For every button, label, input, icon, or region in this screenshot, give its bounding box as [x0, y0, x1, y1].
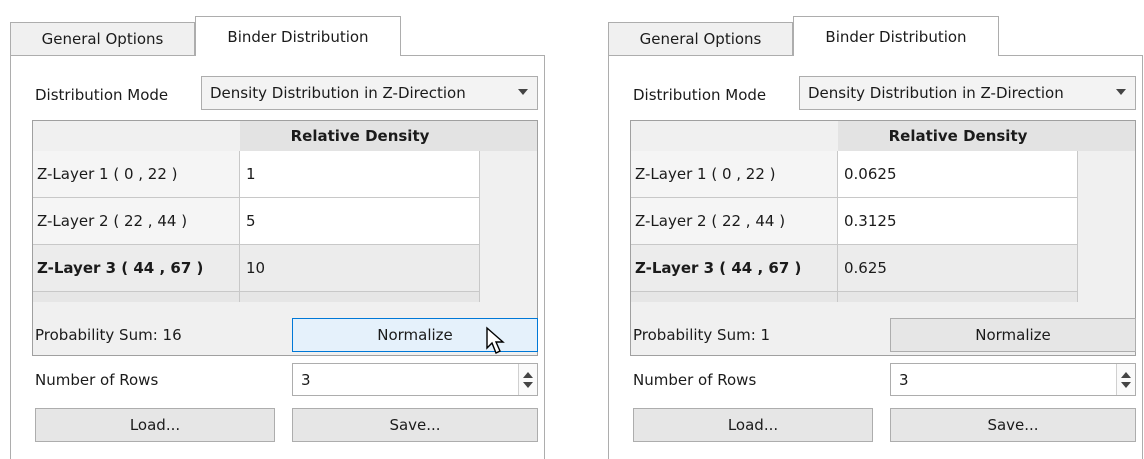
tab-bar: General Options Binder Distribution [608, 0, 1144, 56]
mouse-pointer-icon [486, 326, 505, 354]
density-cell[interactable]: 0.3125 [838, 198, 1078, 245]
density-cell-selected[interactable]: 0.625 [838, 245, 1078, 292]
density-cell[interactable]: 0.0625 [838, 151, 1078, 198]
distribution-mode-value: Density Distribution in Z-Direction [210, 84, 466, 102]
spin-down-icon[interactable] [1121, 382, 1131, 388]
tab-binder-distribution[interactable]: Binder Distribution [195, 16, 401, 56]
save-button[interactable]: Save... [890, 408, 1136, 442]
column-header-relative-density[interactable]: Relative Density [838, 121, 1078, 151]
header-filler [480, 121, 537, 151]
binder-panel-after: General Options Binder Distribution Dist… [598, 0, 1144, 459]
spin-up-icon[interactable] [1121, 372, 1131, 378]
tab-content: Distribution Mode Density Distribution i… [608, 55, 1143, 459]
table-scroll-tail [33, 292, 240, 302]
column-header-relative-density[interactable]: Relative Density [240, 121, 480, 151]
row-header[interactable]: Z-Layer 1 ( 0 , 22 ) [631, 151, 838, 198]
probability-sum-label: Probability Sum: 1 [633, 326, 771, 344]
binder-panel-before: General Options Binder Distribution Dist… [0, 0, 546, 459]
table-scroll-tail [838, 292, 1078, 302]
tab-content: Distribution Mode Density Distribution i… [10, 55, 545, 459]
row-header[interactable]: Z-Layer 1 ( 0 , 22 ) [33, 151, 240, 198]
number-of-rows-value: 3 [301, 370, 311, 389]
spinbox-arrows-icon[interactable] [518, 364, 537, 395]
tab-general-options[interactable]: General Options [10, 22, 195, 55]
header-filler [1078, 121, 1135, 151]
load-button[interactable]: Load... [35, 408, 275, 442]
number-of-rows-spinbox[interactable]: 3 [292, 363, 538, 396]
number-of-rows-spinbox[interactable]: 3 [890, 363, 1136, 396]
normalize-button[interactable]: Normalize [890, 318, 1136, 352]
spin-up-icon[interactable] [523, 372, 533, 378]
chevron-down-icon [518, 89, 528, 95]
row-header[interactable]: Z-Layer 2 ( 22 , 44 ) [33, 198, 240, 245]
table-scroll-tail [240, 292, 480, 302]
density-cell-selected[interactable]: 10 [240, 245, 480, 292]
distribution-mode-select[interactable]: Density Distribution in Z-Direction [201, 76, 538, 110]
distribution-mode-label: Distribution Mode [35, 86, 169, 104]
spinbox-arrows-icon[interactable] [1116, 364, 1135, 395]
number-of-rows-label: Number of Rows [35, 371, 159, 389]
table-scroll-tail [631, 292, 838, 302]
tab-bar: General Options Binder Distribution [10, 0, 546, 56]
row-header-selected[interactable]: Z-Layer 3 ( 44 , 67 ) [33, 245, 240, 292]
tab-binder-distribution[interactable]: Binder Distribution [793, 16, 999, 56]
density-cell[interactable]: 5 [240, 198, 480, 245]
row-header-selected[interactable]: Z-Layer 3 ( 44 , 67 ) [631, 245, 838, 292]
distribution-mode-select[interactable]: Density Distribution in Z-Direction [799, 76, 1136, 110]
spin-down-icon[interactable] [523, 382, 533, 388]
density-cell[interactable]: 1 [240, 151, 480, 198]
number-of-rows-value: 3 [899, 370, 909, 389]
number-of-rows-label: Number of Rows [633, 371, 757, 389]
distribution-mode-value: Density Distribution in Z-Direction [808, 84, 1064, 102]
load-button[interactable]: Load... [633, 408, 873, 442]
tab-general-options[interactable]: General Options [608, 22, 793, 55]
row-header[interactable]: Z-Layer 2 ( 22 , 44 ) [631, 198, 838, 245]
distribution-mode-label: Distribution Mode [633, 86, 767, 104]
save-button[interactable]: Save... [292, 408, 538, 442]
chevron-down-icon [1116, 89, 1126, 95]
probability-sum-label: Probability Sum: 16 [35, 326, 182, 344]
